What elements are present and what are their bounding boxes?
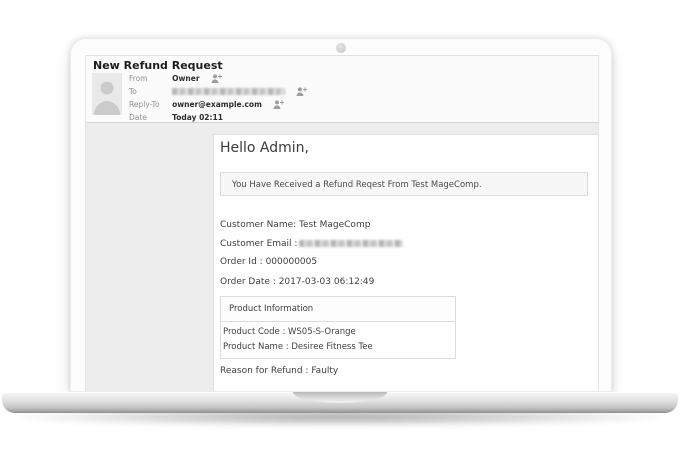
- field-value: Today 02:11: [172, 113, 223, 122]
- blurred-to-address: [172, 88, 286, 95]
- detail-customer-name: Customer Name: Test MageComp: [220, 219, 370, 231]
- laptop-base-notch: [293, 392, 387, 403]
- sender-avatar: [92, 73, 122, 115]
- field-row-from: From Owner: [129, 71, 307, 84]
- add-contact-icon[interactable]: [211, 74, 222, 83]
- add-contact-icon[interactable]: [296, 87, 308, 96]
- email-body: Hello Admin, You Have Received a Refund …: [86, 123, 598, 391]
- product-table-header: Product Information: [221, 297, 455, 322]
- laptop-base: [2, 392, 678, 413]
- webcam-icon: [336, 43, 346, 53]
- field-row-date: Date Today 02:11: [129, 110, 307, 123]
- product-code-row: Product Code : WS05-S-Orange: [223, 327, 356, 337]
- detail-value: Test MageComp: [296, 220, 371, 230]
- detail-order-date: Order Date : 2017-03-03 06:12:49: [220, 276, 374, 288]
- detail-value: 000000005: [262, 257, 318, 267]
- notice-box: You Have Received a Refund Reqest From T…: [220, 172, 588, 196]
- detail-customer-email: Customer Email :: [220, 238, 404, 250]
- product-info-table: Product Information Product Code : WS05-…: [220, 296, 456, 359]
- detail-order-id: Order Id : 000000005: [220, 256, 317, 268]
- field-row-to: To: [129, 84, 308, 97]
- blurred-customer-email: [299, 240, 404, 247]
- laptop-screen: New Refund Request From Owner To Reply-T…: [85, 55, 599, 391]
- detail-label: Order Id :: [220, 257, 263, 267]
- page: New Refund Request From Owner To Reply-T…: [0, 0, 680, 450]
- header-fields: From Owner To Reply-To owner@example.com…: [129, 71, 308, 123]
- field-value: Owner: [172, 74, 200, 83]
- product-table-body: Product Code : WS05-S-Orange Product Nam…: [221, 322, 455, 358]
- add-contact-icon[interactable]: [273, 100, 284, 109]
- person-silhouette-icon: [94, 81, 120, 115]
- detail-value: 2017-03-03 06:12:49: [275, 277, 375, 287]
- email-content-panel: Hello Admin, You Have Received a Refund …: [213, 134, 598, 391]
- field-row-replyto: Reply-To owner@example.com: [129, 97, 307, 110]
- email-header: New Refund Request From Owner To Reply-T…: [86, 56, 598, 123]
- detail-label: Customer Name:: [220, 220, 297, 230]
- refund-reason-text: Reason for Refund : Faulty: [220, 366, 339, 376]
- detail-label: Customer Email :: [220, 239, 298, 249]
- product-name-row: Product Name : Desiree Fitness Tee: [223, 342, 373, 352]
- field-value: owner@example.com: [172, 100, 262, 109]
- laptop-frame: New Refund Request From Owner To Reply-T…: [70, 38, 612, 392]
- detail-label: Order Date :: [220, 277, 276, 287]
- greeting-text: Hello Admin,: [220, 140, 310, 156]
